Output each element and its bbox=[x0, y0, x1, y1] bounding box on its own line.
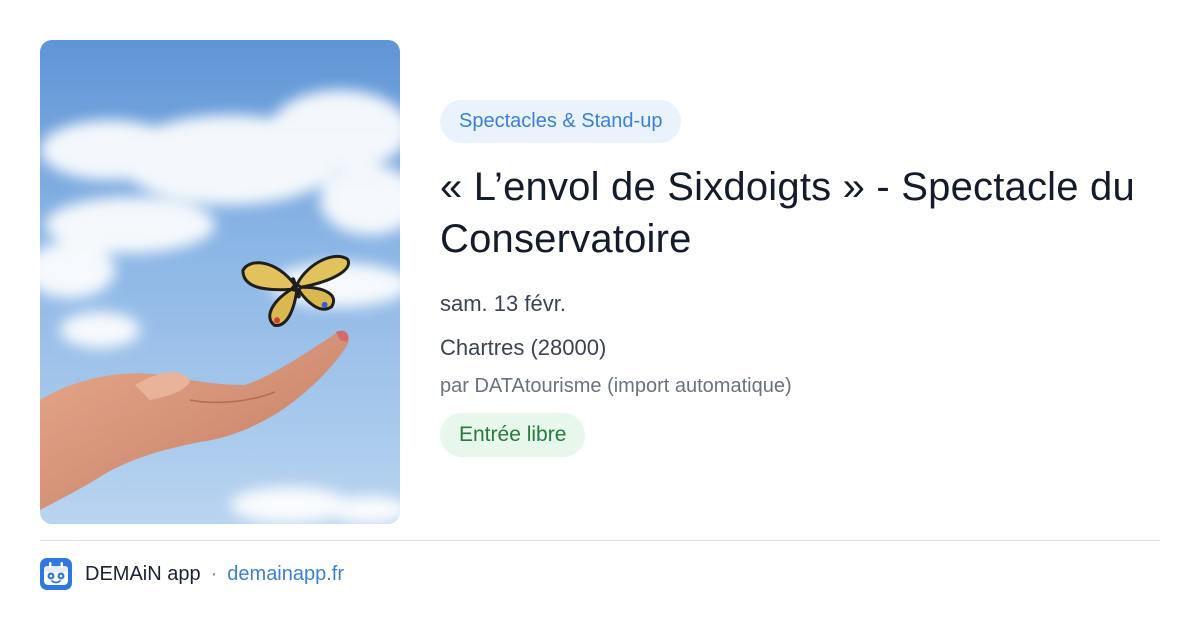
event-info: Spectacles & Stand-up « L’envol de Sixdo… bbox=[440, 100, 1180, 457]
event-location: Chartres (28000) bbox=[440, 335, 607, 360]
footer-divider bbox=[40, 540, 1160, 541]
event-title: « L’envol de Sixdoigts » - Spectacle du … bbox=[440, 165, 1135, 261]
event-source: par DATAtourisme (import automatique) bbox=[440, 375, 792, 397]
category-badge[interactable]: Spectacles & Stand-up bbox=[440, 100, 682, 143]
event-image bbox=[40, 40, 400, 524]
app-name: DEMAiN app bbox=[85, 562, 201, 585]
footer-separator: · bbox=[210, 562, 218, 585]
event-date: sam. 13 févr. bbox=[440, 291, 566, 316]
app-url-link[interactable]: demainapp.fr bbox=[227, 563, 344, 586]
price-badge: Entrée libre bbox=[440, 413, 586, 457]
demain-app-logo-icon bbox=[40, 558, 72, 590]
footer: DEMAiN app · demainapp.fr bbox=[40, 558, 344, 590]
